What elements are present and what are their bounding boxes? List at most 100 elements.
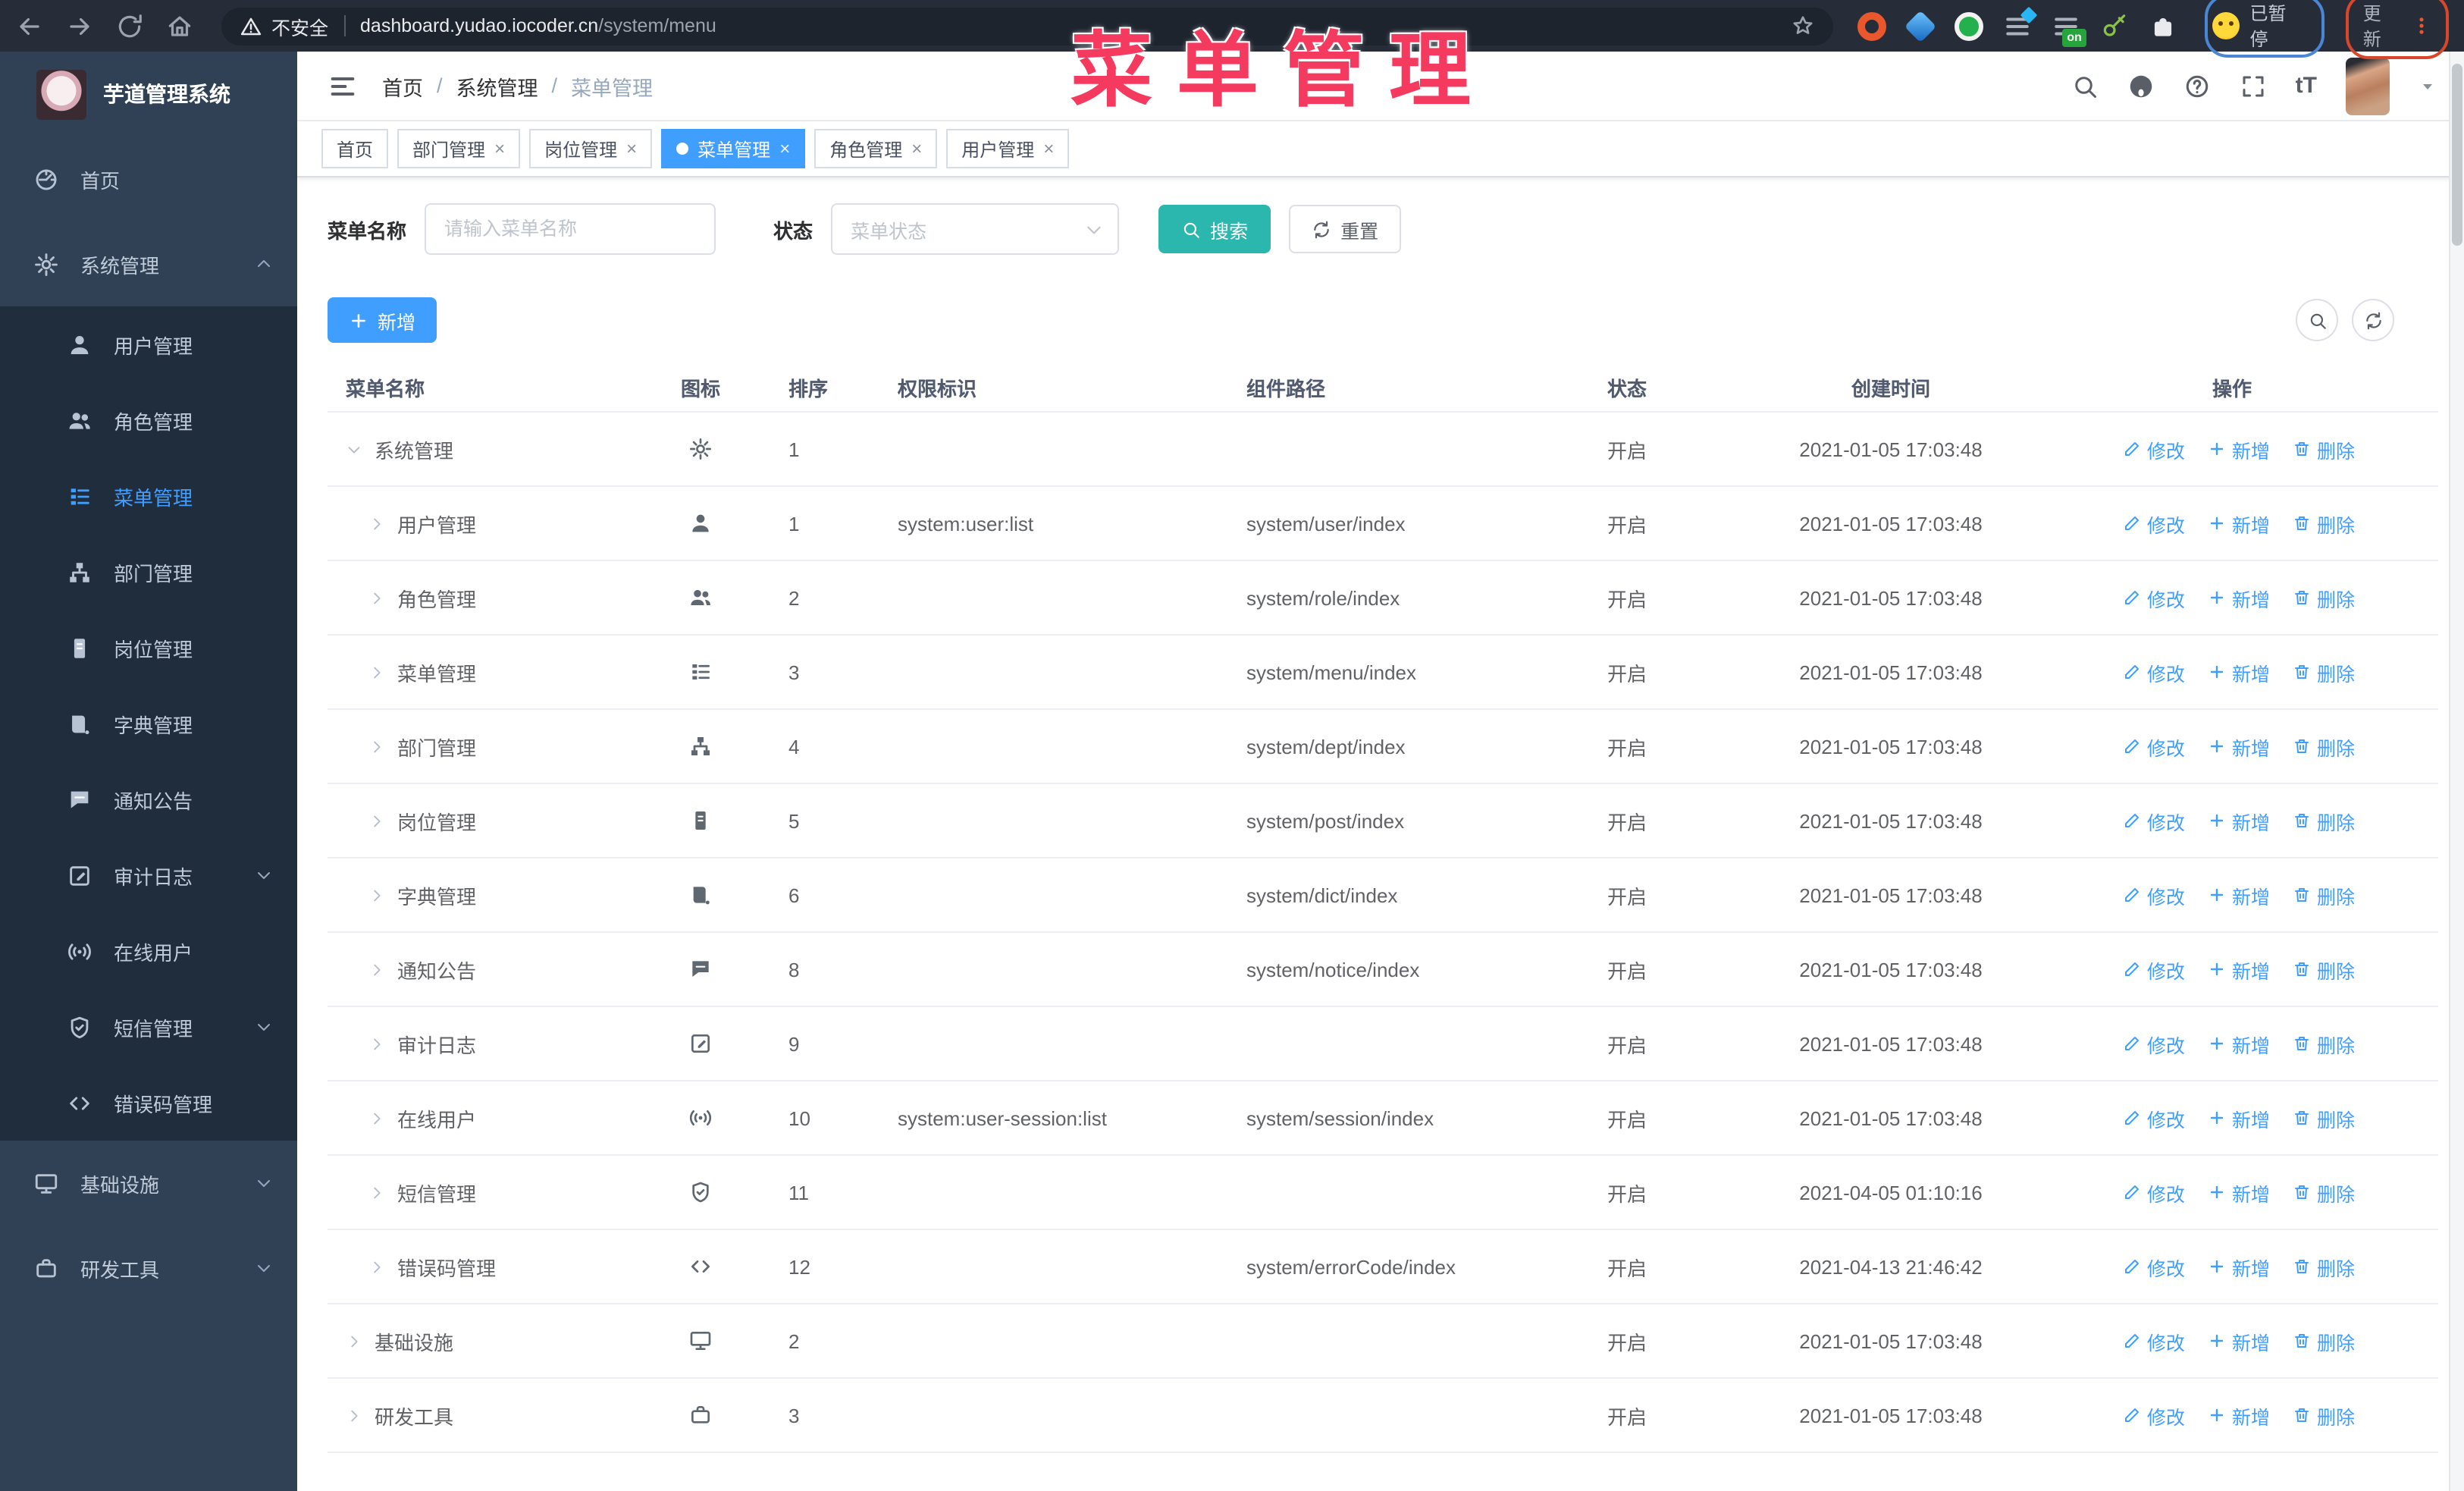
scrollbar-thumb[interactable] [2452, 64, 2462, 246]
breadcrumb-home[interactable]: 首页 [382, 71, 423, 101]
tab-close-icon[interactable]: × [626, 140, 637, 158]
sidebar-item-home[interactable]: 首页 [0, 137, 297, 221]
browser-reload-icon[interactable] [115, 11, 144, 40]
delete-link[interactable]: 删除 [2293, 509, 2355, 538]
expand-chevron-icon[interactable] [368, 812, 385, 829]
expand-chevron-icon[interactable] [368, 589, 385, 606]
expand-chevron-icon[interactable] [368, 1110, 385, 1126]
sidebar-item-sms[interactable]: 短信管理 [0, 989, 297, 1065]
add-child-link[interactable]: 新增 [2208, 583, 2270, 612]
extension-onebar-icon[interactable]: on [2052, 11, 2086, 46]
bookmark-star-icon[interactable] [1791, 14, 1815, 38]
edit-link[interactable]: 修改 [2123, 1103, 2185, 1132]
reset-button[interactable]: 重置 [1289, 205, 1402, 253]
delete-link[interactable]: 删除 [2293, 732, 2355, 761]
menu-name-input[interactable] [425, 203, 716, 255]
tab-首页[interactable]: 首页 [321, 129, 389, 168]
tab-部门管理[interactable]: 部门管理 × [397, 129, 521, 168]
sidebar-item-audit-log[interactable]: 审计日志 [0, 837, 297, 913]
header-search-icon[interactable] [2071, 72, 2099, 99]
delete-link[interactable]: 删除 [2293, 1401, 2355, 1430]
extension-green-icon[interactable] [1954, 11, 1983, 40]
refresh-table-button[interactable] [2352, 299, 2394, 341]
edit-link[interactable]: 修改 [2123, 1401, 2185, 1430]
edit-link[interactable]: 修改 [2123, 806, 2185, 835]
help-icon[interactable] [2183, 72, 2211, 99]
extension-key-icon[interactable] [2100, 11, 2129, 40]
tab-close-icon[interactable]: × [779, 140, 790, 158]
tab-角色管理[interactable]: 角色管理 × [814, 129, 938, 168]
expand-chevron-icon[interactable] [368, 961, 385, 978]
add-child-link[interactable]: 新增 [2208, 658, 2270, 686]
extension-gem-icon[interactable] [1904, 9, 1936, 42]
delete-link[interactable]: 删除 [2293, 955, 2355, 984]
sidebar-item-dept[interactable]: 部门管理 [0, 534, 297, 610]
edit-link[interactable]: 修改 [2123, 1029, 2185, 1058]
delete-link[interactable]: 删除 [2293, 1029, 2355, 1058]
add-child-link[interactable]: 新增 [2208, 880, 2270, 909]
edit-link[interactable]: 修改 [2123, 880, 2185, 909]
add-child-link[interactable]: 新增 [2208, 806, 2270, 835]
tab-岗位管理[interactable]: 岗位管理 × [529, 129, 653, 168]
font-size-icon[interactable]: tT [2296, 73, 2317, 99]
edit-link[interactable]: 修改 [2123, 509, 2185, 538]
add-child-link[interactable]: 新增 [2208, 1029, 2270, 1058]
sidebar-item-system[interactable]: 系统管理 [0, 221, 297, 306]
expand-chevron-icon[interactable] [368, 1035, 385, 1052]
sidebar-item-online-user[interactable]: 在线用户 [0, 913, 297, 989]
address-bar[interactable]: 不安全 dashboard.yudao.iocoder.cn/system/me… [221, 7, 1833, 45]
github-icon[interactable] [2127, 72, 2155, 99]
edit-link[interactable]: 修改 [2123, 435, 2185, 463]
edit-link[interactable]: 修改 [2123, 732, 2185, 761]
sidebar-item-menu[interactable]: 菜单管理 [0, 458, 297, 534]
add-child-link[interactable]: 新增 [2208, 1178, 2270, 1207]
add-child-link[interactable]: 新增 [2208, 732, 2270, 761]
tab-菜单管理[interactable]: 菜单管理 × [661, 129, 806, 168]
add-child-link[interactable]: 新增 [2208, 1401, 2270, 1430]
sidebar-item-dict[interactable]: 字典管理 [0, 686, 297, 761]
status-select[interactable]: 菜单状态 [831, 203, 1120, 255]
expand-chevron-icon[interactable] [368, 664, 385, 680]
avatar-caret-down-icon[interactable] [2419, 77, 2437, 95]
delete-link[interactable]: 删除 [2293, 880, 2355, 909]
expand-chevron-icon[interactable] [368, 515, 385, 532]
edit-link[interactable]: 修改 [2123, 658, 2185, 686]
search-button[interactable]: 搜索 [1158, 205, 1271, 253]
expand-chevron-icon[interactable] [368, 738, 385, 755]
expand-chevron-icon[interactable] [368, 1184, 385, 1201]
expand-chevron-icon[interactable] [368, 1258, 385, 1275]
tab-close-icon[interactable]: × [494, 140, 505, 158]
breadcrumb-system[interactable]: 系统管理 [456, 71, 538, 101]
edit-link[interactable]: 修改 [2123, 955, 2185, 984]
profile-paused-chip[interactable]: 已暂停 [2204, 0, 2325, 58]
browser-menu-dots-icon[interactable] [2411, 15, 2432, 36]
delete-link[interactable]: 删除 [2293, 806, 2355, 835]
expand-chevron-icon[interactable] [368, 887, 385, 903]
expand-chevron-icon[interactable] [346, 441, 362, 457]
sidebar-item-error-code[interactable]: 错误码管理 [0, 1065, 297, 1141]
tab-close-icon[interactable]: × [1043, 140, 1054, 158]
edit-link[interactable]: 修改 [2123, 583, 2185, 612]
expand-chevron-icon[interactable] [346, 1407, 362, 1424]
edit-link[interactable]: 修改 [2123, 1178, 2185, 1207]
sidebar-item-role[interactable]: 角色管理 [0, 382, 297, 458]
tab-close-icon[interactable]: × [911, 140, 922, 158]
browser-home-icon[interactable] [165, 11, 194, 40]
delete-link[interactable]: 删除 [2293, 1103, 2355, 1132]
user-avatar[interactable] [2346, 57, 2390, 115]
app-logo-row[interactable]: 芋道管理系统 [0, 52, 297, 137]
tab-用户管理[interactable]: 用户管理 × [946, 129, 1070, 168]
extension-donut-icon[interactable] [1857, 11, 1886, 40]
delete-link[interactable]: 删除 [2293, 658, 2355, 686]
browser-update-button[interactable]: 更新 [2346, 0, 2449, 59]
sidebar-fold-icon[interactable] [328, 71, 358, 101]
sidebar-item-dev-tool[interactable]: 研发工具 [0, 1226, 297, 1311]
delete-link[interactable]: 删除 [2293, 1252, 2355, 1281]
add-child-link[interactable]: 新增 [2208, 955, 2270, 984]
delete-link[interactable]: 删除 [2293, 435, 2355, 463]
expand-chevron-icon[interactable] [346, 1332, 362, 1349]
add-child-link[interactable]: 新增 [2208, 509, 2270, 538]
delete-link[interactable]: 删除 [2293, 1326, 2355, 1355]
page-scrollbar[interactable] [2449, 52, 2464, 1491]
extension-list-icon[interactable] [2003, 5, 2038, 40]
